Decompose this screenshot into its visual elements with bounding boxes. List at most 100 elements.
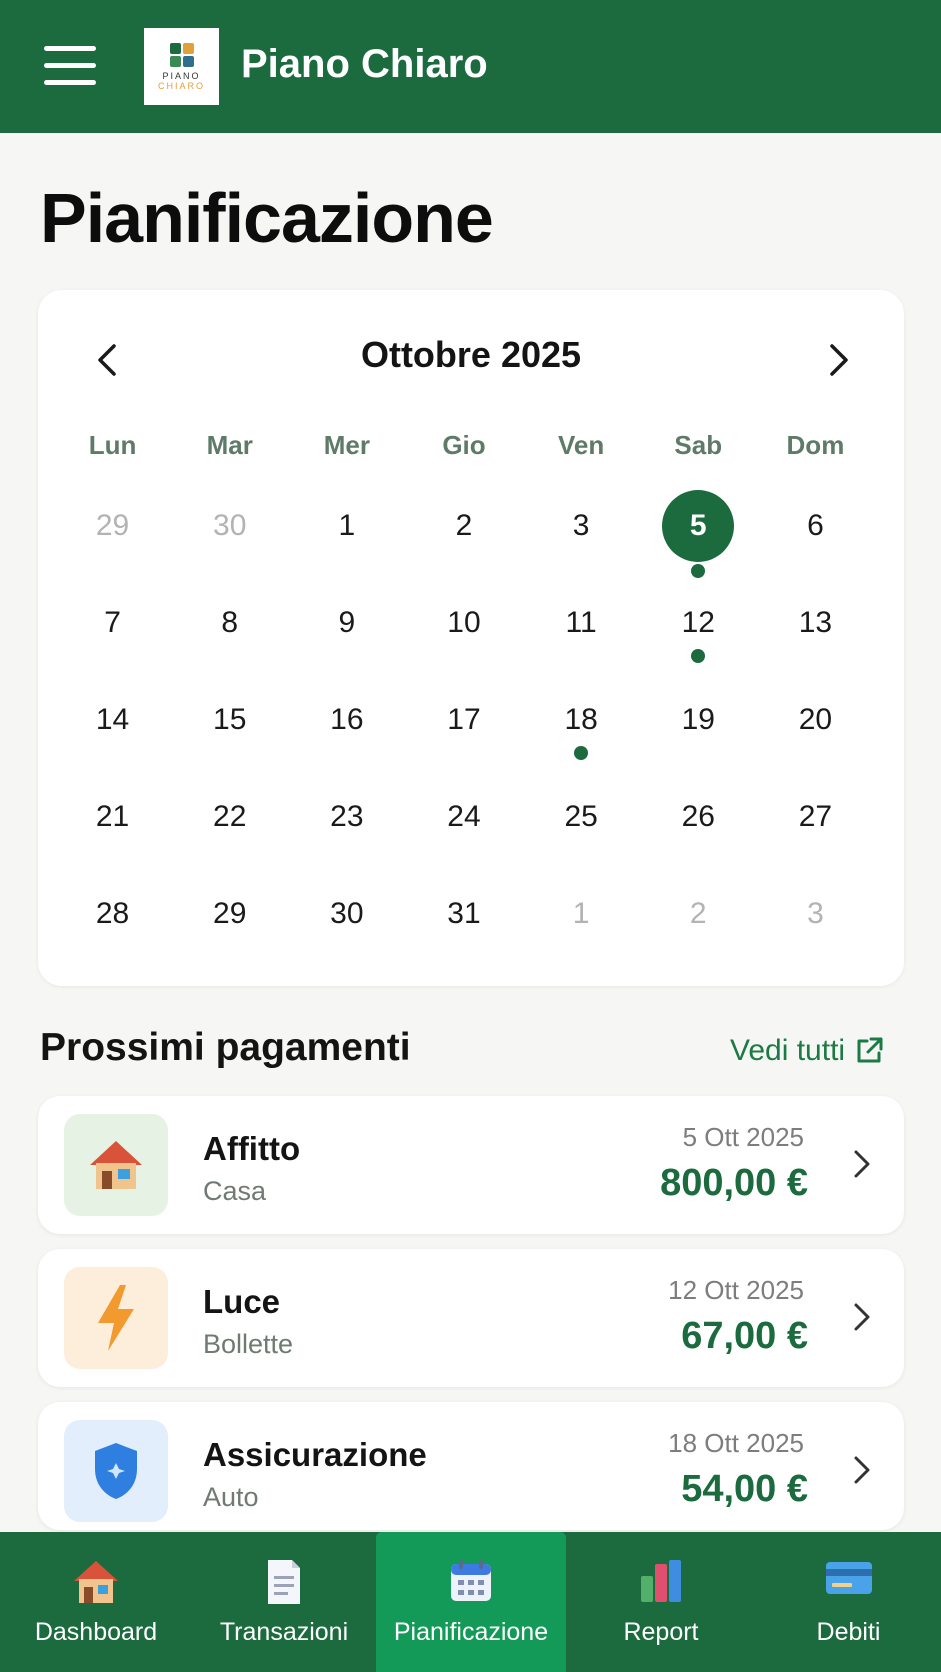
payment-category: Casa (203, 1176, 267, 1206)
calendar-day[interactable]: 29 (171, 866, 288, 963)
calendar-day[interactable]: 23 (288, 769, 405, 866)
weekday-label: Gio (442, 430, 486, 460)
payment-amount: 54,00 € (681, 1468, 808, 1510)
calendar-day-number: 25 (564, 800, 598, 833)
calendar-day[interactable]: 27 (757, 769, 874, 866)
nav-item-debiti[interactable]: Debiti (756, 1532, 941, 1672)
calendar-day[interactable]: 25 (523, 769, 640, 866)
app-logo: PIANO CHIARO (144, 28, 219, 105)
calendar-day[interactable]: 2 (640, 866, 757, 963)
calendar-day[interactable]: 19 (640, 672, 757, 769)
calendar-day[interactable]: 3 (523, 478, 640, 575)
nav-item-dashboard[interactable]: Dashboard (0, 1532, 192, 1672)
weekday-label: Sab (674, 430, 723, 460)
calendar-day[interactable]: 2 (405, 478, 522, 575)
calendar-day[interactable]: 17 (405, 672, 522, 769)
calendar-day-number: 6 (807, 509, 824, 542)
calendar-day-number: 27 (798, 800, 833, 833)
calendar-day[interactable]: 11 (523, 575, 640, 672)
calendar-day-number: 9 (338, 606, 356, 639)
calendar-day[interactable]: 15 (171, 672, 288, 769)
calendar-day-number: 14 (95, 703, 130, 736)
calendar-day[interactable]: 21 (54, 769, 171, 866)
calendar-day[interactable]: 20 (757, 672, 874, 769)
payment-category: Bollette (203, 1329, 294, 1359)
calendar-day[interactable]: 28 (54, 866, 171, 963)
nav-item-pianificazione[interactable]: Pianificazione (376, 1532, 566, 1672)
nav-label: Debiti (816, 1618, 881, 1646)
calendar-day-number: 16 (330, 703, 364, 736)
calendar-day-number: 2 (455, 509, 473, 542)
calendar-day[interactable]: 8 (171, 575, 288, 672)
menu-icon[interactable] (44, 46, 96, 86)
chevron-right-icon[interactable] (818, 340, 858, 380)
calendar-day-number: 15 (213, 703, 247, 736)
calendar-day[interactable]: 1 (288, 478, 405, 575)
calendar-day[interactable]: 14 (54, 672, 171, 769)
payment-date: 18 Ott 2025 (668, 1428, 804, 1458)
calendar-day-selected[interactable]: 5 (640, 478, 757, 578)
calendar-day[interactable]: 3 (757, 866, 874, 963)
calendar-day[interactable]: 7 (54, 575, 171, 672)
external-link-icon (857, 1037, 883, 1063)
payment-icon-tile (64, 1420, 168, 1522)
calendar-day[interactable]: 16 (288, 672, 405, 769)
calendar-day-number: 29 (213, 897, 247, 930)
calendar-day-number: 26 (681, 800, 715, 833)
calendar-day[interactable]: 6 (757, 478, 874, 575)
calendar-day[interactable]: 13 (757, 575, 874, 672)
see-all-link[interactable]: Vedi tutti (730, 1034, 885, 1068)
chevron-right-icon (854, 1456, 870, 1484)
payment-card-assicurazione[interactable]: Assicurazione Auto 18 Ott 2025 54,00 € (38, 1402, 904, 1530)
calendar-day[interactable]: 29 (54, 478, 171, 575)
weekday-label: Dom (786, 430, 845, 460)
calendar-day[interactable]: 31 (405, 866, 522, 963)
calendar-grid: 29 30 1 2 3 5 6 7 8 9 10 11 12 13 14 15 16 17 18 19 20 21 22 23… (54, 478, 874, 963)
calendar-day[interactable]: 12 (640, 575, 757, 672)
payment-date: 5 Ott 2025 (682, 1122, 804, 1152)
calendar-day-number: 11 (565, 606, 597, 639)
calendar-day-number: 7 (104, 606, 121, 639)
payment-category: Auto (203, 1482, 259, 1512)
event-dot (574, 746, 589, 760)
calendar-day-number: 21 (95, 800, 130, 833)
calendar-day[interactable]: 30 (171, 478, 288, 575)
weekday-label: Mar (206, 430, 253, 460)
calendar-day-number: 3 (807, 897, 824, 930)
payment-name: Luce (203, 1283, 281, 1320)
payment-date: 12 Ott 2025 (668, 1275, 804, 1305)
payment-icon-tile (64, 1114, 168, 1216)
payment-card-affitto[interactable]: Affitto Casa 5 Ott 2025 800,00 € (38, 1096, 904, 1234)
calendar-day-number: 29 (95, 509, 130, 542)
calendar-day-number: 3 (572, 509, 590, 542)
weekday-label: Lun (88, 430, 137, 460)
calendar-day-number: 30 (213, 509, 247, 542)
weekday-label: Mer (323, 430, 370, 460)
payment-icon-tile (64, 1267, 168, 1369)
nav-item-transazioni[interactable]: Transazioni (192, 1532, 376, 1672)
calendar-day[interactable]: 18 (523, 672, 640, 769)
calendar-day[interactable]: 9 (288, 575, 405, 672)
calendar-day[interactable]: 30 (288, 866, 405, 963)
payment-amount: 67,00 € (681, 1315, 808, 1357)
calendar-day[interactable]: 1 (523, 866, 640, 963)
calendar-day-number: 20 (798, 703, 833, 736)
upcoming-payments-title: Prossimi pagamenti (40, 1026, 411, 1069)
nav-label: Transazioni (219, 1618, 349, 1646)
calendar-day[interactable]: 26 (640, 769, 757, 866)
calendar-day[interactable]: 22 (171, 769, 288, 866)
bar-chart-icon (641, 1560, 681, 1602)
calendar-day-number: 22 (213, 800, 247, 833)
lightning-icon (98, 1285, 134, 1351)
calendar-month-label: Ottobre 2025 (360, 334, 582, 375)
see-all-label: Vedi tutti (730, 1034, 846, 1067)
weekday-label: Ven (558, 430, 605, 460)
calendar-day[interactable]: 10 (405, 575, 522, 672)
payment-card-luce[interactable]: Luce Bollette 12 Ott 2025 67,00 € (38, 1249, 904, 1387)
calendar-day-number: 10 (447, 606, 481, 639)
calendar-day[interactable]: 24 (405, 769, 522, 866)
bottom-nav: Dashboard Transazioni Pianificazione Rep… (0, 1532, 941, 1672)
calendar-day-number: 1 (572, 897, 590, 930)
calendar-day-number: 1 (338, 509, 356, 542)
nav-item-report[interactable]: Report (566, 1532, 756, 1672)
